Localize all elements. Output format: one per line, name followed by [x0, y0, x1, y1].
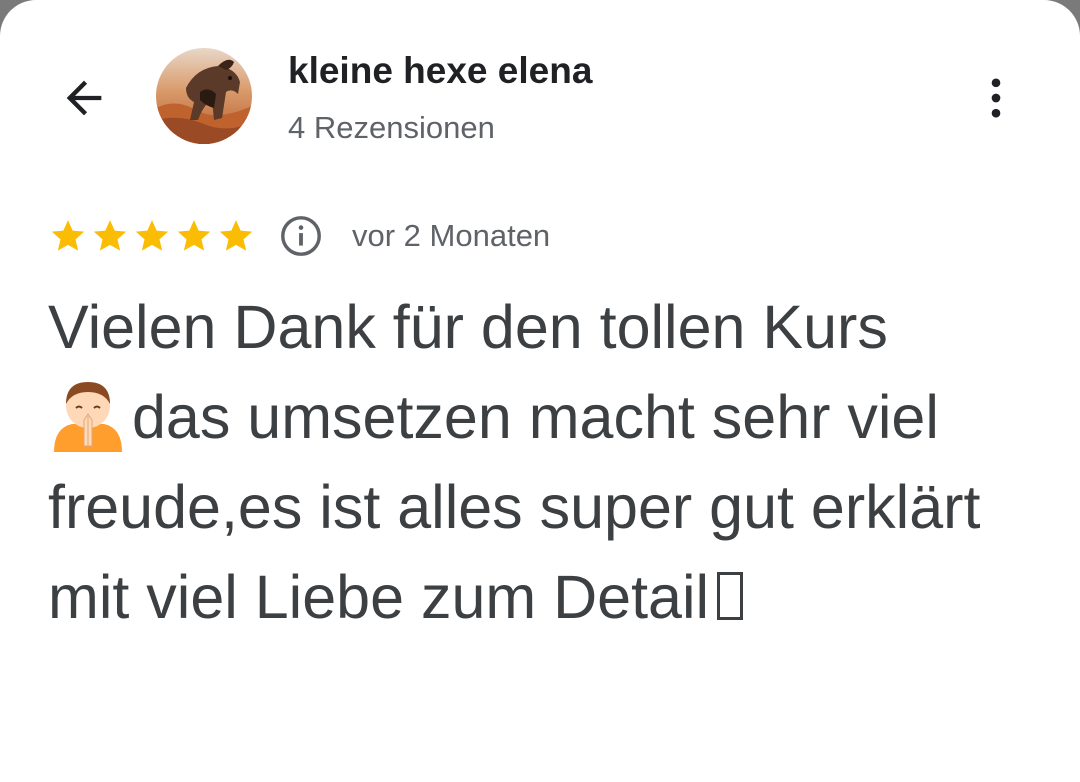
more-options-button[interactable] — [970, 66, 1022, 130]
avatar[interactable] — [156, 48, 252, 144]
horse-photo-avatar — [156, 48, 252, 144]
page: kleine hexe elena 4 Rezensionen vor 2 Mo… — [0, 0, 1080, 782]
star-rating — [48, 216, 258, 256]
person-with-folded-hands-emoji — [54, 382, 122, 452]
info-icon — [281, 216, 321, 256]
review-text-part1: Vielen Dank für den tollen Kurs — [48, 293, 888, 361]
star-icon — [135, 220, 169, 251]
review-text: Vielen Dank für den tollen Kurs das umse… — [48, 282, 1048, 642]
review-text-part2: das umsetzen macht sehr viel freude,es i… — [48, 383, 981, 631]
star-icon — [93, 220, 127, 251]
more-vert-icon — [991, 78, 1001, 118]
review-date: vor 2 Monaten — [352, 218, 551, 253]
reviewer-name[interactable]: kleine hexe elena — [288, 50, 592, 92]
review-card: kleine hexe elena 4 Rezensionen vor 2 Mo… — [0, 0, 1080, 782]
arrow-back-icon — [66, 80, 102, 116]
back-button[interactable] — [52, 66, 116, 130]
review-count[interactable]: 4 Rezensionen — [288, 110, 495, 146]
star-icon — [177, 220, 211, 251]
info-button[interactable] — [278, 213, 324, 259]
rating-row: vor 2 Monaten — [48, 212, 550, 260]
star-icon — [219, 220, 253, 251]
star-icon — [51, 220, 85, 251]
missing-glyph-box — [717, 572, 744, 620]
